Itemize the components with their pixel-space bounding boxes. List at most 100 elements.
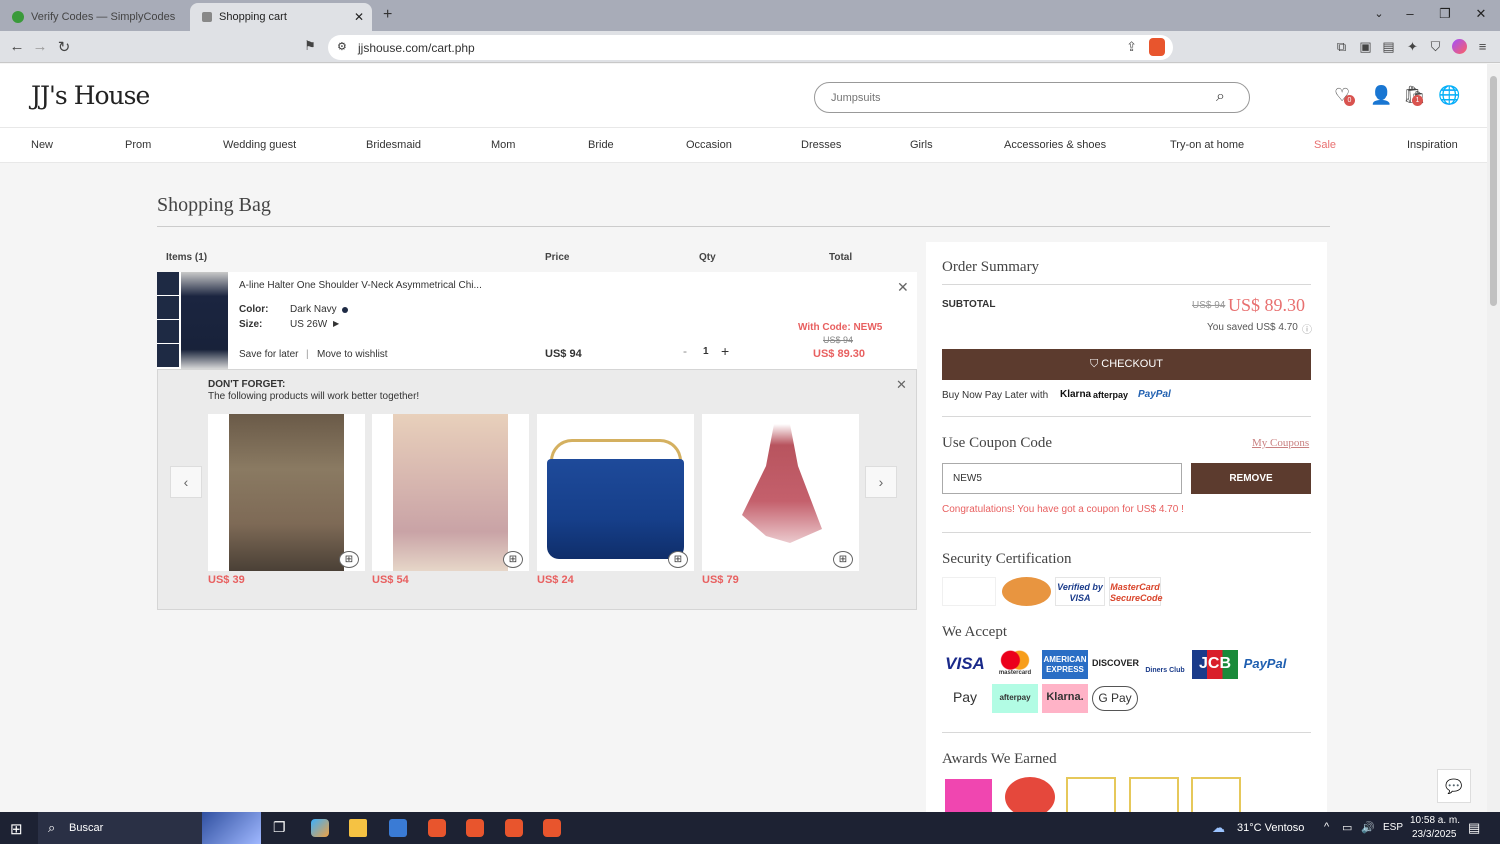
file-explorer-icon[interactable] (349, 819, 367, 837)
clock-date[interactable]: 23/3/2025 (1412, 829, 1457, 840)
security-badge-blank (942, 577, 996, 606)
product-name[interactable]: A-line Halter One Shoulder V-Neck Asymme… (239, 280, 482, 291)
recommended-product-card[interactable]: ⊞ (537, 414, 694, 571)
language-indicator[interactable]: ESP (1383, 822, 1403, 833)
recommended-price: US$ 54 (372, 574, 409, 586)
weather-icon[interactable]: ☁ (1212, 820, 1225, 836)
move-to-wishlist-link[interactable]: Move to wishlist (317, 349, 388, 360)
volume-icon[interactable]: 🔊 (1361, 821, 1375, 834)
add-to-cart-icon[interactable]: ⊞ (668, 551, 688, 568)
checkout-button[interactable]: ⛉ CHECKOUT (942, 349, 1311, 380)
coupon-title: Use Coupon Code (942, 435, 1052, 451)
back-icon[interactable]: ← (8, 38, 26, 55)
search-icon[interactable]: ⌕ (1216, 88, 1225, 106)
nav-girls[interactable]: Girls (910, 139, 933, 151)
carousel-prev-button[interactable]: ‹ (170, 466, 202, 498)
recommended-product-card[interactable]: ⊞ (702, 414, 859, 571)
brave-icon[interactable] (428, 819, 446, 837)
info-icon[interactable]: ⓘ (1302, 321, 1312, 336)
nav-new[interactable]: New (31, 139, 53, 151)
add-to-cart-icon[interactable]: ⊞ (339, 551, 359, 568)
nav-inspiration[interactable]: Inspiration (1407, 139, 1458, 151)
scrollbar-thumb[interactable] (1490, 76, 1497, 306)
size-value[interactable]: US 26W (290, 319, 327, 330)
account-icon[interactable]: 👤 (1370, 85, 1392, 106)
windows-start-icon[interactable]: ⊞ (10, 820, 23, 838)
product-thumbnail[interactable] (157, 320, 179, 343)
page-title: Shopping Bag (157, 194, 271, 216)
wallet-icon[interactable]: ▤ (1381, 39, 1396, 54)
nav-mom[interactable]: Mom (491, 139, 515, 151)
site-info-icon[interactable]: ⚙ (337, 40, 347, 53)
size-arrow-icon[interactable]: ▶ (333, 319, 339, 328)
product-thumbnail[interactable] (157, 344, 179, 367)
brave-icon[interactable] (466, 819, 484, 837)
search-input[interactable] (814, 82, 1250, 113)
taskbar-search[interactable]: ⌕ Buscar (38, 812, 261, 844)
add-to-cart-icon[interactable]: ⊞ (503, 551, 523, 568)
my-coupons-link[interactable]: My Coupons (1252, 437, 1309, 449)
leo-ai-icon[interactable]: ✦ (1405, 39, 1420, 54)
close-panel-icon[interactable]: ✕ (896, 377, 907, 393)
nav-bride[interactable]: Bride (588, 139, 614, 151)
task-view-icon[interactable]: ❐ (273, 819, 291, 837)
product-image[interactable] (181, 272, 228, 369)
qty-value[interactable]: 1 (703, 346, 709, 357)
minimize-icon[interactable]: – (1400, 6, 1420, 21)
qty-increase-button[interactable]: + (721, 343, 729, 359)
nav-dresses[interactable]: Dresses (801, 139, 841, 151)
tab-list-icon[interactable]: ⌄ (1369, 7, 1389, 20)
tray-expand-icon[interactable]: ^ (1324, 821, 1329, 833)
sidebar-icon[interactable]: ▣ (1358, 39, 1373, 54)
tab-shopping-cart[interactable]: Shopping cart ✕ (190, 3, 372, 31)
weather-text[interactable]: 31°C Ventoso (1237, 822, 1304, 834)
notifications-icon[interactable]: ▤ (1468, 820, 1480, 836)
address-bar[interactable]: ⚙ jjshouse.com/cart.php ⇪ (328, 35, 1173, 60)
bookmark-icon[interactable]: ⚑ (301, 38, 319, 54)
coupon-code-input[interactable] (942, 463, 1182, 494)
page-scrollbar[interactable] (1487, 64, 1500, 812)
nav-prom[interactable]: Prom (125, 139, 151, 151)
subtotal-new: US$ 89.30 (1228, 295, 1306, 315)
mastercard-icon: mastercard (992, 650, 1038, 679)
remove-item-icon[interactable]: ✕ (897, 279, 909, 296)
nav-accessories-shoes[interactable]: Accessories & shoes (1004, 139, 1106, 151)
carousel-next-button[interactable]: › (865, 466, 897, 498)
menu-icon[interactable]: ≡ (1475, 39, 1490, 54)
brave-icon[interactable] (543, 819, 561, 837)
clock-time[interactable]: 10:58 a. m. (1410, 815, 1460, 826)
copilot-icon[interactable] (311, 819, 329, 837)
maximize-icon[interactable]: ❐ (1435, 6, 1455, 22)
recommended-product-card[interactable]: ⊞ (372, 414, 529, 571)
brave-shield-icon[interactable] (1149, 38, 1165, 56)
brave-icon[interactable] (505, 819, 523, 837)
store-icon[interactable] (389, 819, 407, 837)
close-tab-icon[interactable]: ✕ (354, 10, 364, 24)
reload-icon[interactable]: ↻ (55, 38, 73, 56)
close-window-icon[interactable]: ✕ (1471, 6, 1491, 22)
extensions-icon[interactable]: ⧉ (1334, 39, 1349, 54)
save-for-later-link[interactable]: Save for later (239, 349, 298, 360)
forward-icon[interactable]: → (31, 38, 49, 55)
nav-try-on-at-home[interactable]: Try-on at home (1170, 139, 1244, 151)
recommended-product-card[interactable]: ⊞ (208, 414, 365, 571)
network-icon[interactable]: ▭ (1342, 821, 1352, 834)
profile-icon[interactable] (1452, 39, 1467, 54)
security-title: Security Certification (942, 551, 1072, 567)
site-logo[interactable]: JJ's House (31, 81, 150, 110)
language-globe-icon[interactable]: 🌐 (1438, 85, 1460, 106)
nav-bridesmaid[interactable]: Bridesmaid (366, 139, 421, 151)
chat-icon[interactable]: 💬 (1437, 769, 1471, 803)
add-to-cart-icon[interactable]: ⊞ (833, 551, 853, 568)
nav-wedding-guest[interactable]: Wedding guest (223, 139, 296, 151)
product-thumbnail[interactable] (157, 296, 179, 319)
new-tab-icon[interactable]: + (383, 6, 392, 24)
share-icon[interactable]: ⇪ (1126, 39, 1137, 55)
nav-occasion[interactable]: Occasion (686, 139, 732, 151)
vpn-icon[interactable]: ⛉ (1428, 39, 1443, 54)
product-thumbnail[interactable] (157, 272, 179, 295)
remove-coupon-button[interactable]: REMOVE (1191, 463, 1311, 494)
nav-sale[interactable]: Sale (1314, 139, 1336, 151)
tab-verify-codes[interactable]: Verify Codes — SimplyCodes (0, 3, 188, 31)
qty-decrease-button[interactable]: - (683, 344, 687, 358)
